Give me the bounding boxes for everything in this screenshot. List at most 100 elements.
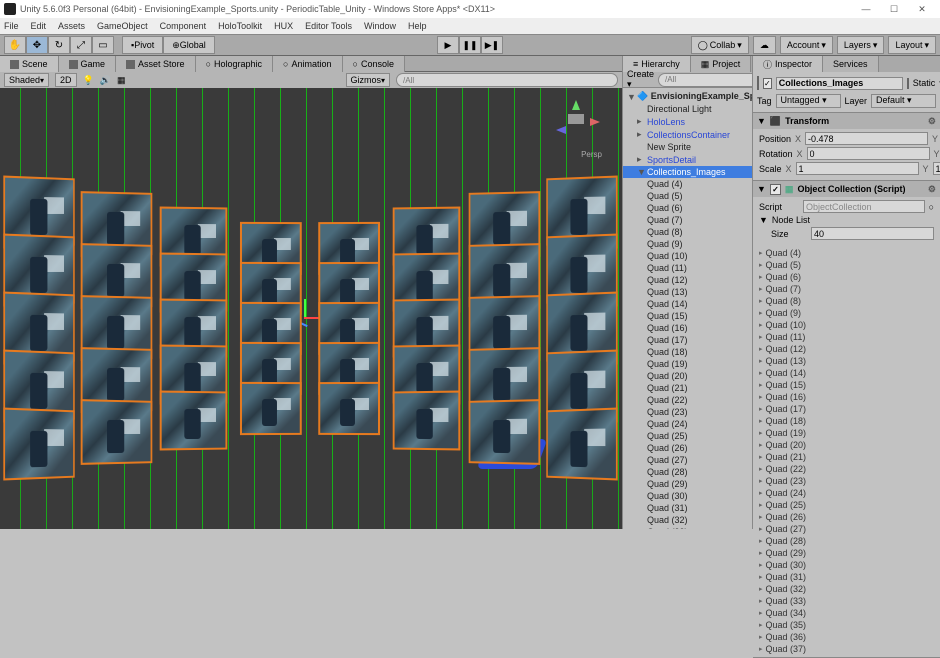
step-button[interactable]: ▶❚ [481, 36, 503, 54]
node-list-item[interactable]: ▸ Quad (16) [759, 391, 934, 403]
tab-scene[interactable]: Scene [0, 56, 59, 72]
collapse-icon[interactable]: ▼ [757, 116, 766, 126]
image-tile[interactable] [160, 390, 228, 449]
node-list-item[interactable]: ▸ Quad (17) [759, 403, 934, 415]
menu-help[interactable]: Help [408, 21, 427, 31]
tree-item-quad[interactable]: Quad (9) [623, 238, 752, 250]
node-list-item[interactable]: ▸ Quad (27) [759, 523, 934, 535]
scale-y[interactable] [933, 162, 940, 175]
image-tile[interactable] [392, 390, 460, 449]
scene-search[interactable] [396, 73, 618, 87]
tab-console[interactable]: ○ Console [343, 56, 405, 72]
cloud-button[interactable]: ☁ [753, 36, 776, 54]
tree-item-quad[interactable]: Quad (14) [623, 298, 752, 310]
script-field[interactable]: ObjectCollection [803, 200, 925, 213]
layer-dropdown[interactable]: Default ▾ [871, 94, 936, 108]
maximize-button[interactable]: ☐ [880, 0, 908, 18]
hierarchy-tree[interactable]: ▼🔷 EnvisioningExample_SportDirectional L… [623, 88, 752, 529]
node-list-item[interactable]: ▸ Quad (20) [759, 439, 934, 451]
menu-edit[interactable]: Edit [31, 21, 47, 31]
rotate-tool[interactable]: ↻ [48, 36, 70, 54]
node-list-item[interactable]: ▸ Quad (34) [759, 607, 934, 619]
object-name-field[interactable] [776, 77, 903, 90]
node-list[interactable]: ▸ Quad (4)▸ Quad (5)▸ Quad (6)▸ Quad (7)… [753, 245, 940, 657]
image-tile[interactable] [546, 408, 617, 481]
layout-dropdown[interactable]: Layout ▾ [888, 36, 936, 54]
tree-item-quad[interactable]: Quad (22) [623, 394, 752, 406]
node-list-item[interactable]: ▸ Quad (11) [759, 331, 934, 343]
fx-icon[interactable]: ▦ [117, 75, 126, 86]
tree-item-quad[interactable]: Quad (15) [623, 310, 752, 322]
tree-item-quad[interactable]: Quad (17) [623, 334, 752, 346]
active-checkbox[interactable]: ✓ [763, 78, 772, 89]
tree-item-quad[interactable]: Quad (19) [623, 358, 752, 370]
image-tile[interactable] [318, 381, 380, 434]
tree-item-quad[interactable]: Quad (27) [623, 454, 752, 466]
tree-item-selected[interactable]: ▼Collections_Images [623, 166, 752, 178]
tree-item-quad[interactable]: Quad (31) [623, 502, 752, 514]
object-picker-icon[interactable]: ○ [929, 202, 934, 212]
tree-item-quad[interactable]: Quad (29) [623, 478, 752, 490]
node-list-item[interactable]: ▸ Quad (26) [759, 511, 934, 523]
tag-dropdown[interactable]: Untagged ▾ [776, 94, 841, 108]
tab-animation[interactable]: ○ Animation [273, 56, 342, 72]
image-tile[interactable] [240, 381, 302, 434]
gear-icon[interactable]: ⚙ [928, 184, 936, 195]
tab-assetstore[interactable]: Asset Store [116, 56, 196, 72]
tab-inspector[interactable]: ⓘ Inspector [753, 56, 823, 72]
menu-holotoolkit[interactable]: HoloToolkit [218, 21, 262, 31]
menu-hux[interactable]: HUX [274, 21, 293, 31]
size-field[interactable] [811, 227, 934, 240]
tab-project[interactable]: ▦ Project [691, 56, 752, 72]
node-list-item[interactable]: ▸ Quad (37) [759, 643, 934, 655]
tree-item-quad[interactable]: Quad (13) [623, 286, 752, 298]
component-enable-checkbox[interactable]: ✓ [770, 184, 781, 195]
node-list-item[interactable]: ▸ Quad (29) [759, 547, 934, 559]
minimize-button[interactable]: — [852, 0, 880, 18]
layers-dropdown[interactable]: Layers ▾ [837, 36, 885, 54]
menu-file[interactable]: File [4, 21, 19, 31]
node-list-item[interactable]: ▸ Quad (5) [759, 259, 934, 271]
tree-item[interactable]: New Sprite [623, 141, 752, 153]
node-list-item[interactable]: ▸ Quad (31) [759, 571, 934, 583]
tree-item-quad[interactable]: Quad (10) [623, 250, 752, 262]
audio-icon[interactable]: 🔊 [100, 75, 111, 86]
play-button[interactable]: ▶ [437, 36, 459, 54]
node-list-item[interactable]: ▸ Quad (15) [759, 379, 934, 391]
node-list-item[interactable]: ▸ Quad (10) [759, 319, 934, 331]
shaded-dropdown[interactable]: Shaded ▾ [4, 73, 49, 87]
move-tool[interactable]: ✥ [26, 36, 48, 54]
node-list-item[interactable]: ▸ Quad (9) [759, 307, 934, 319]
node-list-item[interactable]: ▸ Quad (14) [759, 367, 934, 379]
node-list-item[interactable]: ▸ Quad (33) [759, 595, 934, 607]
image-tile[interactable] [3, 408, 74, 481]
node-list-item[interactable]: ▸ Quad (21) [759, 451, 934, 463]
node-list-item[interactable]: ▸ Quad (30) [759, 559, 934, 571]
tree-scene-root[interactable]: ▼🔷 EnvisioningExample_Sport [623, 90, 752, 103]
tree-item[interactable]: ▸CollectionsContainer [623, 128, 752, 141]
tree-item[interactable]: Directional Light [623, 103, 752, 115]
pause-button[interactable]: ❚❚ [459, 36, 481, 54]
tree-item-quad[interactable]: Quad (4) [623, 178, 752, 190]
node-list-item[interactable]: ▸ Quad (32) [759, 583, 934, 595]
image-tile[interactable] [468, 399, 539, 465]
node-list-item[interactable]: ▸ Quad (28) [759, 535, 934, 547]
tree-item-quad[interactable]: Quad (30) [623, 490, 752, 502]
node-list-item[interactable]: ▸ Quad (18) [759, 415, 934, 427]
pivot-toggle[interactable]: ▪ Pivot [122, 36, 163, 54]
node-list-item[interactable]: ▸ Quad (22) [759, 463, 934, 475]
menu-window[interactable]: Window [364, 21, 396, 31]
tree-item-quad[interactable]: Quad (8) [623, 226, 752, 238]
tree-item-quad[interactable]: Quad (7) [623, 214, 752, 226]
node-list-item[interactable]: ▸ Quad (36) [759, 631, 934, 643]
nodelist-collapse[interactable]: ▼ [759, 215, 768, 225]
scene-view[interactable]: Persp [0, 88, 622, 529]
scale-x[interactable] [796, 162, 919, 175]
menu-gameobject[interactable]: GameObject [97, 21, 148, 31]
tree-item-quad[interactable]: Quad (25) [623, 430, 752, 442]
menu-editortools[interactable]: Editor Tools [305, 21, 352, 31]
tree-item-quad[interactable]: Quad (24) [623, 418, 752, 430]
create-dropdown[interactable]: Create ▾ [627, 69, 654, 90]
node-list-item[interactable]: ▸ Quad (8) [759, 295, 934, 307]
global-toggle[interactable]: ⊕ Global [163, 36, 215, 54]
